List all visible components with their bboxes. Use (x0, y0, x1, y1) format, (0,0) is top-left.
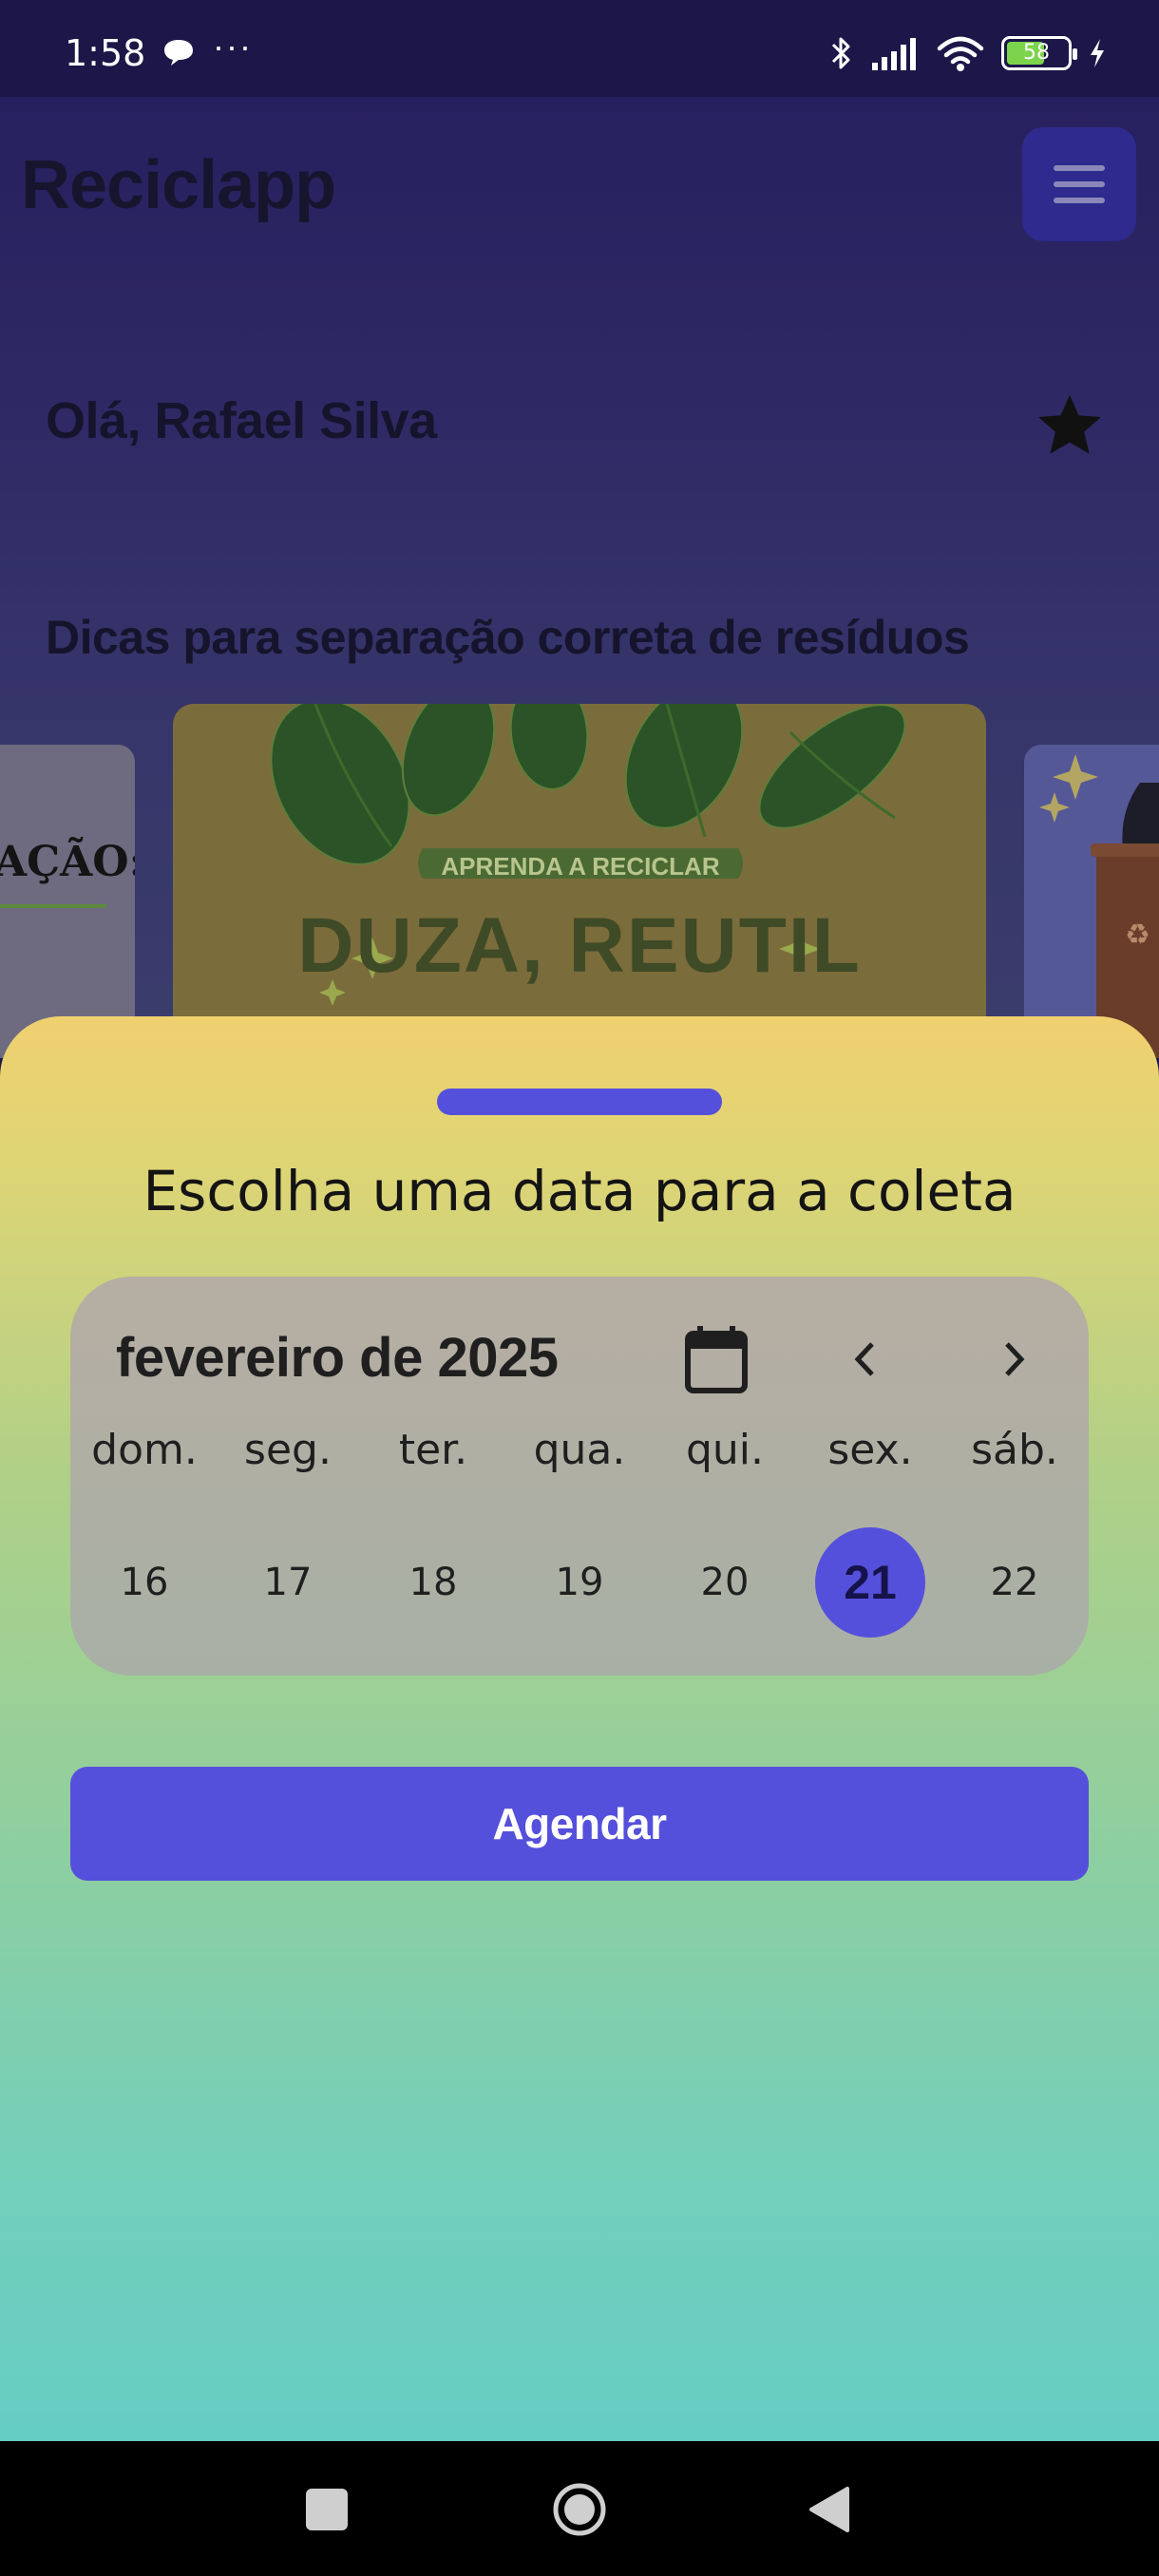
tip-card-text: AÇÃO: (0, 838, 135, 886)
schedule-button[interactable]: Agendar (70, 1767, 1089, 1881)
status-bar: 1:58 ··· 58 (0, 0, 1159, 97)
home-icon[interactable] (551, 2481, 608, 2538)
calendar-day[interactable]: 18 (376, 1527, 490, 1638)
chat-bubble-icon (164, 40, 193, 66)
recent-apps-icon[interactable] (306, 2489, 348, 2530)
calendar-day[interactable]: 19 (522, 1527, 636, 1638)
system-navigation-bar (0, 2441, 1159, 2576)
weekday-label: sáb. (971, 1426, 1058, 1474)
tip-card-headline: DUZA, REUTIL (297, 902, 862, 989)
weekday-header-row: dom. seg. ter. qua. qui. sex. sáb. (70, 1417, 1089, 1484)
chevron-right-icon[interactable] (980, 1326, 1047, 1392)
tip-card-next[interactable]: ♻ (1024, 745, 1159, 1058)
hamburger-menu-icon[interactable] (1022, 127, 1136, 241)
calendar-day-selected[interactable]: 21 (815, 1527, 925, 1638)
battery-level: 58 (1023, 41, 1050, 65)
calendar-month-label[interactable]: fevereiro de 2025 (116, 1326, 559, 1390)
charging-icon (1091, 39, 1104, 67)
greeting-text: Olá, Rafael Silva (46, 392, 437, 449)
status-icons: 58 (830, 32, 1106, 74)
sheet-drag-handle[interactable] (437, 1089, 722, 1115)
weekday-label: qui. (685, 1426, 765, 1474)
calendar-day[interactable]: 17 (231, 1527, 345, 1638)
weekday-label: seg. (244, 1426, 332, 1474)
weekday-label: qua. (533, 1426, 626, 1474)
signal-icon (872, 38, 916, 70)
app-title: Reciclapp (21, 147, 336, 223)
recycling-bin-illustration: ♻ (1039, 754, 1159, 1058)
more-notifications-icon: ··· (213, 27, 253, 66)
chevron-left-icon[interactable] (832, 1326, 899, 1392)
week-days-row: 16 17 18 19 20 21 22 (70, 1527, 1089, 1638)
svg-text:♻: ♻ (1125, 919, 1150, 952)
app-background: Reciclapp Olá, Rafael Silva Dicas para s… (0, 97, 1159, 1084)
calendar-day[interactable]: 20 (668, 1527, 782, 1638)
status-time: 1:58 (65, 32, 146, 74)
weekday-label: dom. (91, 1426, 198, 1474)
calendar-widget: fevereiro de 2025 dom. seg. ter. qua. qu… (70, 1277, 1089, 1676)
tip-card-previous[interactable]: AÇÃO: (0, 745, 135, 1058)
tips-section-title: Dicas para separação correta de resíduos (46, 611, 970, 664)
wifi-icon (937, 36, 984, 71)
weekday-label: ter. (398, 1426, 468, 1474)
back-icon[interactable] (808, 2485, 851, 2534)
sheet-title: Escolha uma data para a coleta (142, 1159, 1016, 1223)
calendar-day[interactable]: 16 (87, 1527, 201, 1638)
tip-card-badge: APRENDA A RECICLAR (441, 852, 720, 881)
date-picker-sheet: Escolha uma data para a coleta fevereiro… (0, 1016, 1159, 2441)
calendar-icon[interactable] (684, 1326, 749, 1394)
calendar-day[interactable]: 22 (958, 1527, 1072, 1638)
weekday-label: sex. (827, 1426, 913, 1474)
battery-icon: 58 (1001, 36, 1077, 70)
star-icon[interactable] (1034, 389, 1106, 462)
bluetooth-icon (831, 37, 850, 69)
